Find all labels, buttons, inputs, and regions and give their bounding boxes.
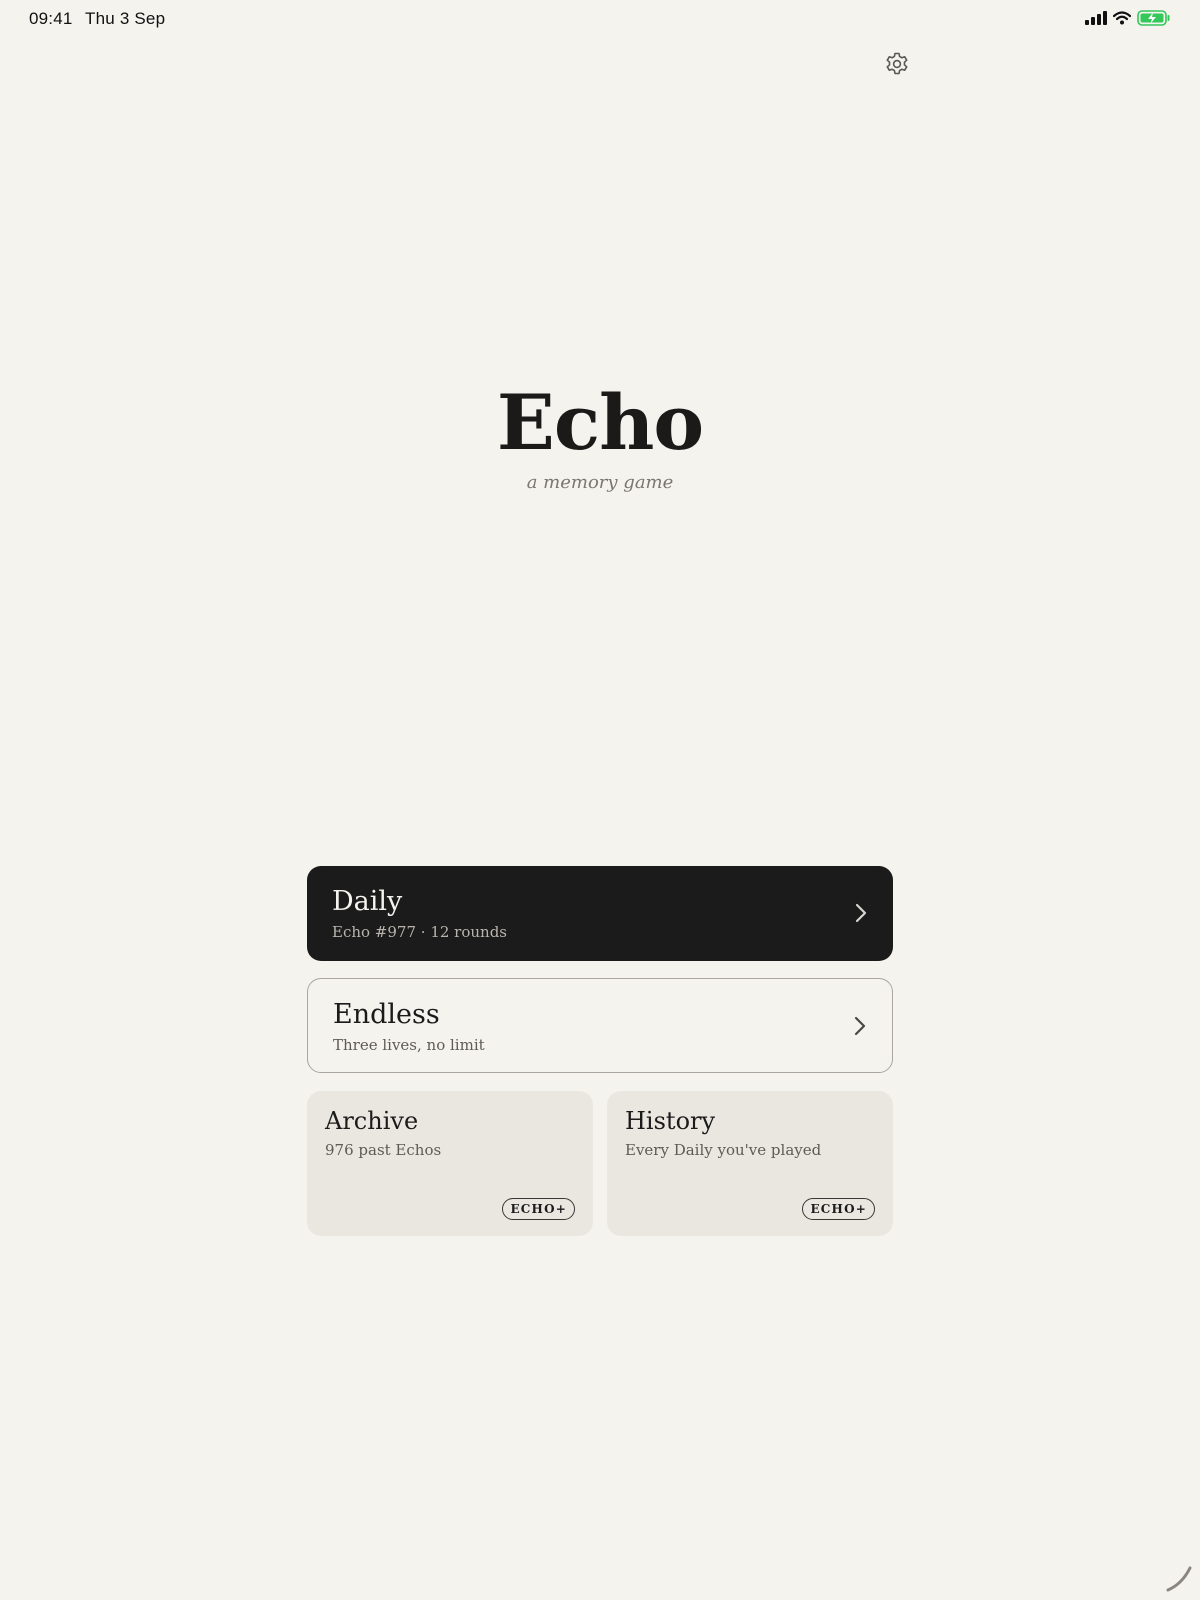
daily-mode-button[interactable]: Daily Echo #977 · 12 rounds: [307, 866, 893, 961]
status-bar: 09:41 Thu 3 Sep: [0, 0, 1200, 38]
endless-title: Endless: [333, 999, 440, 1030]
archive-subtitle: 976 past Echos: [325, 1141, 442, 1159]
corner-indicator-icon: [1166, 1566, 1192, 1592]
status-icons: [1085, 10, 1171, 26]
history-tile[interactable]: History Every Daily you've played ECHO+: [607, 1091, 893, 1236]
daily-subtitle: Echo #977 · 12 rounds: [332, 923, 507, 941]
app-subtitle: a memory game: [526, 472, 674, 493]
settings-button[interactable]: [884, 51, 910, 77]
chevron-right-icon: [854, 1016, 866, 1036]
endless-mode-button[interactable]: Endless Three lives, no limit: [307, 978, 893, 1073]
daily-title: Daily: [332, 886, 403, 917]
cellular-signal-icon: [1085, 11, 1107, 25]
history-subtitle: Every Daily you've played: [625, 1141, 822, 1159]
echo-plus-badge: ECHO+: [502, 1198, 575, 1220]
status-time: 09:41: [29, 9, 73, 28]
chevron-right-icon: [855, 903, 867, 923]
archive-tile[interactable]: Archive 976 past Echos ECHO+: [307, 1091, 593, 1236]
battery-charging-icon: [1137, 10, 1170, 26]
wifi-icon: [1113, 11, 1131, 25]
app-title: Echo: [496, 378, 704, 467]
history-title: History: [625, 1107, 716, 1135]
archive-title: Archive: [325, 1107, 419, 1135]
gear-icon: [886, 52, 908, 75]
echo-plus-badge: ECHO+: [802, 1198, 875, 1220]
status-date: Thu 3 Sep: [85, 9, 166, 28]
endless-subtitle: Three lives, no limit: [333, 1036, 485, 1054]
